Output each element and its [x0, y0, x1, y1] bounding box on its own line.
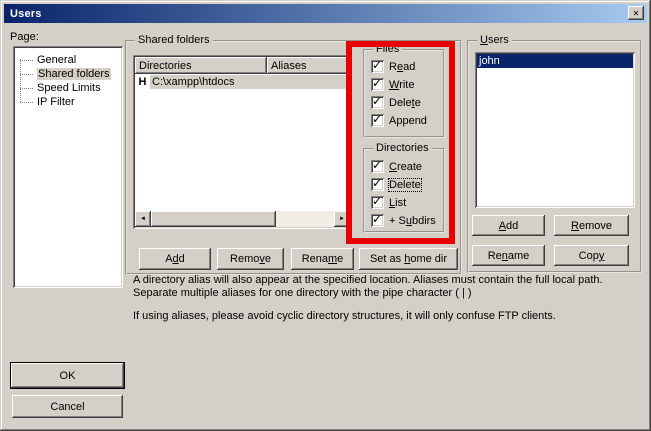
directory-path: C:\xampp\htdocs: [150, 75, 350, 89]
page-tree: General Shared folders Speed Limits IP F…: [13, 46, 123, 288]
checkbox-icon: ✓: [371, 160, 384, 173]
checkbox-dirs-delete[interactable]: ✓ Delete: [371, 178, 421, 191]
checkbox-icon: ✓: [371, 178, 384, 191]
check-icon: ✓: [372, 176, 382, 191]
checkbox-dirs-subdirs[interactable]: ✓ + Subdirs: [371, 214, 436, 227]
home-flag: H: [135, 76, 150, 88]
tree-item-general[interactable]: General: [13, 53, 123, 67]
files-permissions-group: Files ✓ Read ✓ Write ✓ Delete ✓ Append: [363, 49, 445, 138]
title-bar: Users ✕: [4, 4, 647, 23]
directories-listview: Directories Aliases H C:\xampp\htdocs ◄ …: [133, 55, 352, 229]
column-header-aliases[interactable]: Aliases: [267, 57, 350, 74]
tree-item-speed-limits[interactable]: Speed Limits: [13, 81, 123, 95]
user-list-item[interactable]: john: [477, 54, 633, 68]
horizontal-scrollbar[interactable]: ◄ ►: [135, 211, 350, 227]
remove-folder-button[interactable]: Remove: [217, 248, 284, 270]
set-home-dir-button[interactable]: Set as home dir: [359, 248, 458, 270]
directories-group-label: Directories: [373, 142, 432, 155]
checkbox-dirs-create[interactable]: ✓ Create: [371, 160, 422, 173]
ok-button[interactable]: OK: [10, 362, 125, 389]
directory-row[interactable]: H C:\xampp\htdocs: [135, 74, 350, 89]
add-folder-button[interactable]: Add: [139, 248, 211, 270]
page-label: Page:: [10, 31, 39, 43]
close-button[interactable]: ✕: [628, 6, 644, 20]
checkbox-files-write[interactable]: ✓ Write: [371, 78, 414, 91]
check-icon: ✓: [372, 76, 382, 91]
close-icon: ✕: [633, 9, 640, 18]
scroll-right-button[interactable]: ►: [334, 211, 350, 227]
users-dialog: Users ✕ Page: General Shared folders Spe…: [0, 0, 651, 431]
check-icon: ✓: [372, 212, 382, 227]
cyclic-note: If using aliases, please avoid cyclic di…: [133, 310, 638, 323]
scroll-left-icon: ◄: [140, 216, 146, 222]
scroll-right-icon: ►: [339, 216, 345, 222]
check-icon: ✓: [372, 58, 382, 73]
remove-user-button[interactable]: Remove: [554, 215, 629, 236]
check-icon: ✓: [372, 94, 382, 109]
column-header-directories[interactable]: Directories: [135, 57, 267, 74]
rename-folder-button[interactable]: Rename: [291, 248, 354, 270]
rename-user-button[interactable]: Rename: [472, 245, 545, 266]
checkbox-files-delete[interactable]: ✓ Delete: [371, 96, 421, 109]
alias-note: A directory alias will also appear at th…: [133, 274, 638, 300]
cancel-button[interactable]: Cancel: [12, 395, 123, 418]
scroll-left-button[interactable]: ◄: [135, 211, 151, 227]
checkbox-files-read[interactable]: ✓ Read: [371, 60, 415, 73]
listview-header: Directories Aliases: [135, 57, 350, 74]
checkbox-icon: ✓: [371, 114, 384, 127]
checkbox-files-append[interactable]: ✓ Append: [371, 114, 427, 127]
users-listbox: john: [475, 52, 635, 208]
checkbox-icon: ✓: [371, 78, 384, 91]
checkbox-icon: ✓: [371, 214, 384, 227]
checkbox-icon: ✓: [371, 60, 384, 73]
check-icon: ✓: [372, 112, 382, 127]
checkbox-dirs-list[interactable]: ✓ List: [371, 196, 406, 209]
users-group-label: Users: [477, 34, 512, 47]
scroll-thumb[interactable]: [151, 211, 276, 227]
directories-permissions-group: Directories ✓ Create ✓ Delete ✓ List ✓ +…: [363, 148, 445, 233]
shared-folders-group-label: Shared folders: [135, 34, 213, 47]
window-title: Users: [10, 8, 42, 20]
tree-item-ip-filter[interactable]: IP Filter: [13, 95, 123, 109]
add-user-button[interactable]: Add: [472, 215, 545, 236]
copy-user-button[interactable]: Copy: [554, 245, 629, 266]
check-icon: ✓: [372, 158, 382, 173]
checkbox-icon: ✓: [371, 196, 384, 209]
tree-item-shared-folders[interactable]: Shared folders: [13, 67, 123, 81]
check-icon: ✓: [372, 194, 382, 209]
checkbox-icon: ✓: [371, 96, 384, 109]
files-group-label: Files: [373, 43, 402, 56]
